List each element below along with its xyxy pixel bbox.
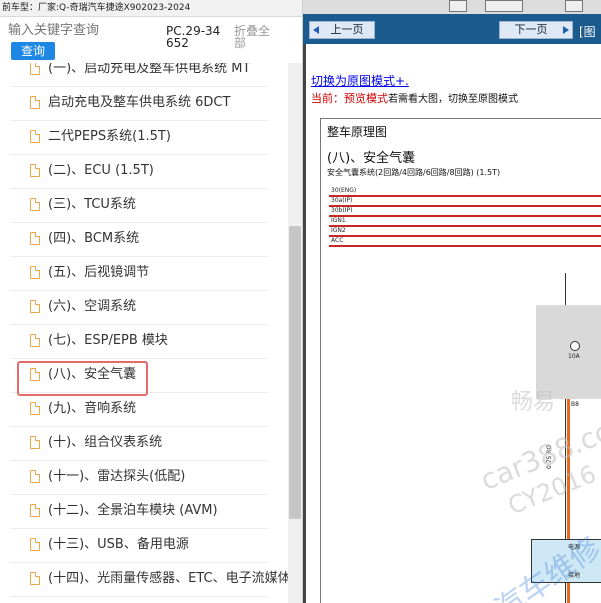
tree-item-label: (五)、后视镜调节 xyxy=(48,265,150,280)
power-bus-line xyxy=(329,195,601,197)
page-nav-bar: 上一页 下一页 [图 xyxy=(303,14,601,44)
document-icon xyxy=(30,96,40,109)
tree-item[interactable]: 启动充电及整车供电系统 6DCT xyxy=(10,87,268,121)
toolbar-button[interactable] xyxy=(485,0,523,12)
viewer-content: 切换为原图模式+. 当前：预览模式若需看大图，切换至原图模式 整车原理图 (八)… xyxy=(303,44,601,603)
tree-item-label: (十一)、雷达探头(低配) xyxy=(48,469,186,484)
tree-item[interactable]: (十四)、光雨量传感器、ETC、电子流媒体 xyxy=(10,563,288,597)
tree-item[interactable]: (十二)、全景泊车模块 (AVM) xyxy=(10,495,268,529)
power-bus-line xyxy=(329,225,601,227)
document-icon xyxy=(30,232,40,245)
bus-label: 30a(IP) xyxy=(331,197,353,204)
bus-label: IGN1 xyxy=(331,217,346,224)
viewer-toolbar xyxy=(303,0,601,14)
arrow-right-icon xyxy=(563,26,569,34)
tree-item-label: 二代PEPS系统(1.5T) xyxy=(48,129,171,144)
power-bus-line xyxy=(329,215,601,217)
bus-label: IGN2 xyxy=(331,227,346,234)
selected-item-highlight xyxy=(17,361,148,396)
document-icon xyxy=(30,300,40,313)
tree-item-label: (三)、TCU系统 xyxy=(48,197,136,212)
next-page-button[interactable]: 下一页 xyxy=(499,21,573,39)
document-viewer: 上一页 下一页 [图 切换为原图模式+. 当前：预览模式若需看大图，切换至原图模… xyxy=(303,0,601,603)
left-panel: 前车型：厂家:Q-奇瑞汽车捷途X902023-2024 查询 PC.29-346… xyxy=(0,0,303,603)
next-page-label: 下一页 xyxy=(514,23,548,36)
tree-item[interactable]: (三)、TCU系统 xyxy=(10,189,268,223)
mode-status: 当前：预览模式若需看大图，切换至原图模式 xyxy=(311,90,518,106)
document-icon xyxy=(30,402,40,415)
vehicle-info-bar: 前车型：厂家:Q-奇瑞汽车捷途X902023-2024 xyxy=(0,0,302,17)
search-button[interactable]: 查询 xyxy=(11,42,55,60)
switch-mode-link[interactable]: 切换为原图模式+. xyxy=(311,72,409,89)
tree-item-label: (一)、启动充电及整车供电系统 MT xyxy=(48,63,251,76)
tree-item-label: (十)、组合仪表系统 xyxy=(48,435,163,450)
tree-item[interactable]: (七)、ESP/EPB 模块 xyxy=(10,325,268,359)
tree-item-label: (七)、ESP/EPB 模块 xyxy=(48,333,168,348)
sheet-title: 整车原理图 xyxy=(327,125,388,139)
document-icon xyxy=(30,504,40,517)
toolbar-button[interactable] xyxy=(565,0,583,12)
tree-item[interactable]: (五)、后视镜调节 xyxy=(10,257,268,291)
document-icon xyxy=(30,572,40,585)
tree-item-label: (六)、空调系统 xyxy=(48,299,137,314)
toolbar-button[interactable] xyxy=(449,0,467,12)
tree-item[interactable]: (二)、ECU (1.5T) xyxy=(10,155,268,189)
bus-label: 30(ENG) xyxy=(331,187,357,194)
prev-page-label: 上一页 xyxy=(330,23,364,36)
power-bus-line xyxy=(329,205,601,207)
document-icon xyxy=(30,130,40,143)
power-bus-line xyxy=(329,245,601,247)
nav-extra-label[interactable]: [图 xyxy=(579,23,596,40)
mode-prefix: 当前： xyxy=(311,92,344,105)
tree-item[interactable]: (九)、音响系统 xyxy=(10,393,268,427)
tree-item[interactable]: 二代PEPS系统(1.5T) xyxy=(10,121,268,155)
search-input[interactable] xyxy=(8,23,158,38)
document-icon xyxy=(30,436,40,449)
document-icon xyxy=(30,164,40,177)
section-title: (八)、安全气囊 xyxy=(327,151,416,166)
bus-label: ACC xyxy=(331,237,344,244)
vehicle-info-label: 前车型：厂家:Q-奇瑞汽车捷途X902023-2024 xyxy=(2,3,191,13)
fuse-rating: 10A xyxy=(568,353,580,360)
bus-label: 30b(IP) xyxy=(331,207,353,214)
prev-page-button[interactable]: 上一页 xyxy=(309,21,375,39)
tree-item-label: (四)、BCM系统 xyxy=(48,231,140,246)
document-icon xyxy=(30,538,40,551)
tree-item-label: (九)、音响系统 xyxy=(48,401,137,416)
document-icon xyxy=(30,198,40,211)
power-bus-line xyxy=(329,235,601,237)
tree-item-label: (二)、ECU (1.5T) xyxy=(48,163,154,178)
document-icon xyxy=(30,334,40,347)
tree-item[interactable]: (十三)、USB、备用电源 xyxy=(10,529,268,563)
tree-item-label: (十三)、USB、备用电源 xyxy=(48,537,189,552)
document-icon xyxy=(30,63,40,75)
document-icon xyxy=(30,266,40,279)
document-code: PC.29-34652 xyxy=(166,24,221,50)
tree-item-label: (十四)、光雨量传感器、ETC、电子流媒体 xyxy=(48,571,288,586)
document-icon xyxy=(30,470,40,483)
wiring-diagram-sheet: 整车原理图 (八)、安全气囊 安全气囊系统(2回路/4回路/6回路/8回路) (… xyxy=(320,118,601,603)
tree-item-label: 启动充电及整车供电系统 6DCT xyxy=(48,95,231,110)
tree-item-label: (十二)、全景泊车模块 (AVM) xyxy=(48,503,218,518)
tree-item[interactable]: (六)、空调系统 xyxy=(10,291,268,325)
search-area: 查询 PC.29-34652 折叠全部 xyxy=(0,17,302,63)
tree-item[interactable]: (十一)、雷达探头(低配) xyxy=(10,461,268,495)
document-tree: (一)、启动充电及整车供电系统 MT 启动充电及整车供电系统 6DCT 二代PE… xyxy=(0,63,288,603)
fuse-icon xyxy=(570,341,580,351)
node-label: B8 xyxy=(571,401,579,408)
watermark: 畅易 xyxy=(511,390,556,415)
mode-description: 若需看大图，切换至原图模式 xyxy=(388,94,518,105)
section-subtitle: 安全气囊系统(2回路/4回路/6回路/8回路) (1.5T) xyxy=(327,168,501,177)
tree-item[interactable]: (四)、BCM系统 xyxy=(10,223,268,257)
tree-item[interactable]: (十)、组合仪表系统 xyxy=(10,427,268,461)
arrow-left-icon xyxy=(313,26,319,34)
collapse-all-button[interactable]: 折叠全部 xyxy=(234,25,274,49)
mode-name: 预览模式 xyxy=(344,92,388,105)
tree-item[interactable]: (一)、启动充电及整车供电系统 MT xyxy=(10,63,268,87)
scrollbar-thumb[interactable] xyxy=(289,226,301,519)
